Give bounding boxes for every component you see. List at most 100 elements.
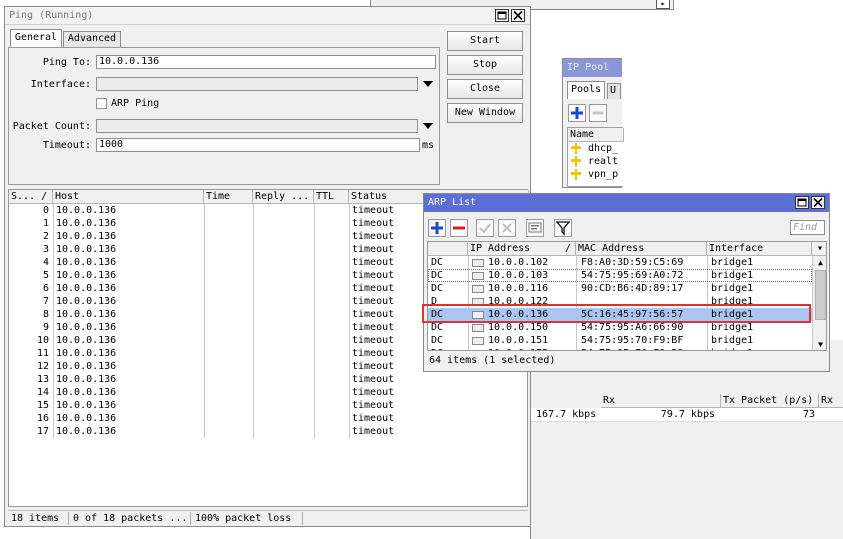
seq-cell: 13 — [36, 374, 49, 385]
filter-icon[interactable] — [554, 219, 572, 237]
col-ip-address[interactable]: IP Address — [468, 242, 576, 256]
table-row[interactable]: 15 10.0.0.136 timeout — [9, 399, 527, 412]
host-cell: 10.0.0.136 — [56, 270, 117, 281]
ping-status-bar: 18 items 0 of 18 packets ... 100% packet… — [8, 510, 528, 526]
list-item[interactable]: realt — [568, 155, 624, 168]
ip-cell: 10.0.0.151 — [488, 335, 549, 346]
col-time[interactable]: Time — [204, 190, 253, 204]
ip-cell: 10.0.0.103 — [488, 270, 549, 281]
host-cell: 10.0.0.136 — [56, 374, 117, 385]
seq-cell: 1 — [42, 218, 49, 229]
table-row[interactable]: DC 10.0.0.116 90:CD:B6:4D:89:17 bridge1 — [428, 282, 812, 295]
host-cell: 10.0.0.136 — [56, 296, 117, 307]
host-cell: 10.0.0.136 — [56, 218, 117, 229]
traffic-col-rx2[interactable]: Rx — [819, 394, 843, 408]
chevron-right-icon[interactable]: ▸ — [656, 0, 670, 9]
stop-button[interactable]: Stop — [447, 55, 523, 75]
traffic-col-rx[interactable]: Rx — [601, 394, 721, 408]
remove-icon[interactable] — [589, 104, 607, 122]
col-reply-size[interactable]: Reply ... — [253, 190, 314, 204]
add-icon[interactable] — [568, 104, 586, 122]
close-icon[interactable] — [511, 9, 525, 22]
interface-select[interactable] — [96, 77, 418, 91]
table-row[interactable]: 16 10.0.0.136 timeout — [9, 412, 527, 425]
host-cell: 10.0.0.136 — [56, 413, 117, 424]
col-flags[interactable] — [428, 242, 468, 256]
ping-titlebar[interactable]: Ping (Running) — [5, 7, 530, 25]
flag-cell: DC — [431, 270, 444, 281]
tab-used[interactable]: U — [607, 83, 621, 99]
timeout-field[interactable]: 1000 — [96, 138, 420, 152]
table-row[interactable]: DC 10.0.0.103 54:75:95:69:A0:72 bridge1 — [428, 269, 812, 282]
arp-entry-icon — [472, 285, 484, 293]
start-button[interactable]: Start — [447, 31, 523, 51]
chevron-down-icon[interactable] — [423, 123, 433, 129]
tab-general[interactable]: General — [10, 29, 62, 47]
col-interface[interactable]: Interface — [707, 242, 812, 256]
col-seq[interactable]: S... / — [9, 190, 53, 204]
tab-advanced[interactable]: Advanced — [63, 31, 121, 47]
seq-cell: 10 — [36, 335, 49, 346]
remove-icon[interactable] — [450, 219, 468, 237]
close-button[interactable]: Close — [447, 79, 523, 99]
arp-titlebar[interactable]: ARP List — [424, 194, 829, 212]
ms-label: ms — [422, 140, 435, 151]
comment-icon[interactable] — [526, 219, 544, 237]
column-menu-icon[interactable]: ▾ — [812, 242, 826, 256]
maximize-icon[interactable] — [495, 9, 509, 22]
close-icon[interactable] — [811, 196, 825, 209]
ping-title: Ping (Running) — [9, 10, 94, 21]
packet-count-field[interactable] — [96, 119, 418, 133]
status-item-count: 18 items — [11, 512, 69, 525]
disable-icon[interactable] — [498, 219, 516, 237]
scroll-thumb[interactable] — [815, 270, 826, 320]
pool-icon — [571, 156, 581, 167]
col-host[interactable]: Host — [53, 190, 204, 204]
mac-cell: F8:A0:3D:59:C5:69 — [581, 257, 684, 268]
ip-pool-titlebar[interactable]: IP Pool — [563, 59, 622, 77]
col-mac-address[interactable]: MAC Address — [576, 242, 707, 256]
table-row[interactable]: DC 10.0.0.151 54:75:95:70:F9:BF bridge1 — [428, 334, 812, 347]
traffic-col-tx-packet[interactable]: Tx Packet (p/s) — [721, 394, 819, 408]
ping-to-field[interactable]: 10.0.0.136 — [96, 55, 436, 69]
list-item[interactable]: dhcp_ — [568, 142, 624, 155]
arp-table: IP Address / MAC Address Interface ▾ DC 1… — [427, 241, 827, 351]
flag-cell: DC — [431, 347, 461, 350]
arp-title: ARP List — [428, 197, 477, 208]
mac-cell: 54:75:95:70:F9:29 — [581, 347, 705, 350]
traffic-row[interactable]: 167.7 kbps 79.7 kbps 73 — [531, 408, 843, 422]
status-packet-loss: 100% packet loss — [195, 512, 303, 525]
scroll-down-icon[interactable]: ▼ — [813, 338, 826, 350]
ip-pool-list: Name dhcp_ realt vpn_p — [567, 127, 624, 187]
seq-cell: 3 — [42, 244, 49, 255]
arp-entry-icon — [472, 272, 484, 280]
pool-icon — [571, 169, 581, 180]
ip-pool-col-name[interactable]: Name — [568, 128, 624, 142]
arp-ping-label: ARP Ping — [111, 98, 160, 109]
list-item[interactable]: vpn_p — [568, 168, 624, 181]
col-ttl[interactable]: TTL — [314, 190, 349, 204]
arp-scrollbar[interactable]: ▲ ▼ — [812, 256, 826, 350]
find-input[interactable]: Find — [790, 220, 825, 235]
table-row[interactable]: DC 10.0.0.152 54:75:95:70:F9:29 bridge1 — [428, 347, 812, 350]
new-window-button[interactable]: New Window — [447, 103, 523, 123]
seq-cell: 11 — [36, 348, 49, 359]
ip-pool-window: IP Pool Pools U Name dhcp_ realt vpn_p — [562, 58, 624, 188]
traffic-rx-value: 79.7 kbps — [660, 409, 715, 420]
scroll-up-icon[interactable]: ▲ — [813, 256, 826, 269]
pool-name: realt — [588, 156, 619, 167]
host-cell: 10.0.0.136 — [56, 400, 117, 411]
enable-icon[interactable] — [476, 219, 494, 237]
add-icon[interactable] — [428, 219, 446, 237]
arp-ping-checkbox[interactable] — [96, 98, 107, 109]
table-row[interactable]: 14 10.0.0.136 timeout — [9, 386, 527, 399]
maximize-icon[interactable] — [795, 196, 809, 209]
chevron-down-icon[interactable] — [423, 81, 433, 87]
tab-pools[interactable]: Pools — [567, 81, 605, 99]
seq-cell: 5 — [42, 270, 49, 281]
table-row[interactable]: 17 10.0.0.136 timeout — [9, 425, 527, 438]
arp-status: 64 items (1 selected) — [429, 355, 556, 366]
status-cell: timeout — [352, 426, 395, 437]
table-row[interactable]: 13 10.0.0.136 timeout — [9, 373, 527, 386]
table-row[interactable]: DC 10.0.0.102 F8:A0:3D:59:C5:69 bridge1 — [428, 256, 812, 269]
